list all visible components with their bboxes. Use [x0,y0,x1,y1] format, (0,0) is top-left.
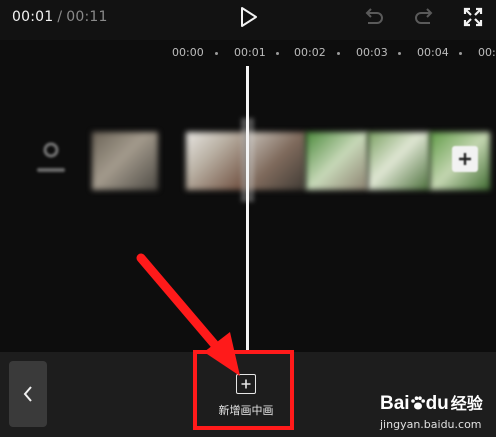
ruler-tick: 00:01 [234,46,266,59]
ruler-dot [215,52,218,55]
ruler-tick: 00:04 [417,46,449,59]
fullscreen-icon [463,7,483,27]
top-bar: 00:01/00:11 [0,0,496,40]
ruler-dot [398,52,401,55]
ruler-dot [459,52,462,55]
playhead[interactable] [246,66,249,352]
watermark-url: jingyan.baidu.com [380,418,482,431]
video-clip-thumbnail[interactable] [92,132,158,190]
plus-icon [459,153,471,165]
time-ruler[interactable]: 00:00 00:01 00:02 00:03 00:04 00:05 [0,40,496,66]
play-icon [241,7,257,27]
back-button[interactable] [9,361,47,427]
undo-icon [365,8,383,24]
video-clip-thumbnail[interactable] [246,132,306,190]
watermark-du: du [425,393,449,414]
undo-button[interactable] [362,5,386,29]
total-time: 00:11 [66,9,108,25]
ruler-dot [337,52,340,55]
chevron-left-icon [23,386,32,402]
time-display: 00:01/00:11 [12,9,108,25]
highlight-box [193,350,294,430]
play-button[interactable] [236,4,262,30]
video-clip-thumbnail[interactable] [186,132,246,190]
redo-button[interactable] [412,5,436,29]
watermark-jingyan: 经验 [450,396,483,413]
baidu-watermark: Bai du 经验 jingyan.baidu.com [380,390,492,434]
ruler-dot [276,52,279,55]
ruler-tick: 00:02 [294,46,326,59]
ruler-tick: 00:00 [172,46,204,59]
fullscreen-button[interactable] [461,5,485,29]
video-clip-thumbnail[interactable] [306,132,368,190]
ruler-tick: 00:05 [478,46,496,59]
watermark-bai: Bai [380,393,410,414]
time-separator: / [57,9,63,25]
redo-icon [415,8,433,24]
current-time: 00:01 [12,9,54,25]
paw-icon [410,396,425,410]
cover-icon[interactable] [34,138,68,178]
video-clip-thumbnail[interactable] [368,132,430,190]
add-clip-button[interactable] [452,146,478,172]
ruler-tick: 00:03 [356,46,388,59]
